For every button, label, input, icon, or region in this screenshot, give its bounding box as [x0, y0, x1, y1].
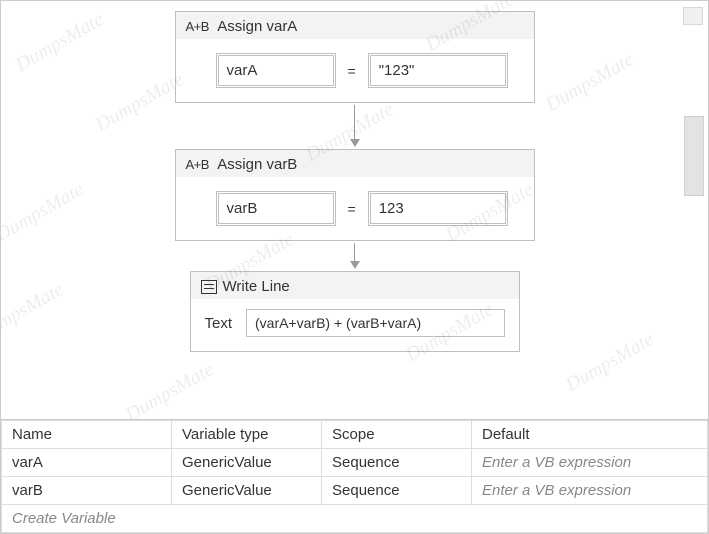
scroll-thumb[interactable]: [684, 116, 704, 196]
create-variable-row[interactable]: Create Variable: [2, 505, 708, 533]
assign-icon: A+B: [186, 19, 209, 34]
cell-type[interactable]: GenericValue: [172, 449, 322, 477]
cell-scope[interactable]: Sequence: [322, 449, 472, 477]
write-line-activity[interactable]: Write Line Text (varA+varB) + (varB+varA…: [190, 271, 520, 352]
activity-header: A+B Assign varB: [176, 150, 534, 177]
table-row[interactable]: varB GenericValue Sequence Enter a VB ex…: [2, 477, 708, 505]
watermark: DumpsMate: [12, 8, 108, 77]
activity-header: A+B Assign varA: [176, 12, 534, 39]
activity-body: Text (varA+varB) + (varB+varA): [191, 299, 519, 351]
activity-header: Write Line: [191, 272, 519, 299]
variables-table: Name Variable type Scope Default varA Ge…: [1, 420, 708, 533]
vertical-scrollbar[interactable]: [683, 1, 708, 419]
text-expression-input[interactable]: (varA+varB) + (varB+varA): [246, 309, 504, 337]
window: DumpsMate DumpsMate DumpsMate DumpsMate …: [0, 0, 709, 534]
assign-to-input[interactable]: varA: [216, 53, 336, 88]
col-scope[interactable]: Scope: [322, 421, 472, 449]
write-line-icon: [201, 280, 217, 294]
assign-icon: A+B: [186, 157, 209, 172]
activity-title: Write Line: [223, 278, 290, 295]
scroll-up-button[interactable]: [683, 7, 703, 25]
activity-body: varA = "123": [176, 39, 534, 102]
activity-title: Assign varA: [217, 18, 297, 35]
cell-name[interactable]: varB: [2, 477, 172, 505]
cell-default[interactable]: Enter a VB expression: [472, 477, 708, 505]
assign-value-input[interactable]: "123": [368, 53, 508, 88]
table-row[interactable]: varA GenericValue Sequence Enter a VB ex…: [2, 449, 708, 477]
assign-activity-varb[interactable]: A+B Assign varB varB = 123: [175, 149, 535, 241]
table-header-row: Name Variable type Scope Default: [2, 421, 708, 449]
variables-panel: Name Variable type Scope Default varA Ge…: [1, 419, 708, 533]
activity-body: varB = 123: [176, 177, 534, 240]
col-default[interactable]: Default: [472, 421, 708, 449]
equals-label: =: [346, 201, 358, 217]
flow-connector: [350, 105, 360, 147]
equals-label: =: [346, 63, 358, 79]
cell-type[interactable]: GenericValue: [172, 477, 322, 505]
watermark: DumpsMate: [1, 178, 88, 247]
cell-name[interactable]: varA: [2, 449, 172, 477]
workflow-designer[interactable]: DumpsMate DumpsMate DumpsMate DumpsMate …: [1, 1, 708, 419]
flow-connector: [350, 243, 360, 269]
activity-title: Assign varB: [217, 156, 297, 173]
assign-to-input[interactable]: varB: [216, 191, 336, 226]
workflow-canvas: A+B Assign varA varA = "123" A+B Assign …: [105, 1, 605, 419]
cell-scope[interactable]: Sequence: [322, 477, 472, 505]
assign-activity-vara[interactable]: A+B Assign varA varA = "123": [175, 11, 535, 103]
assign-value-input[interactable]: 123: [368, 191, 508, 226]
create-variable-label[interactable]: Create Variable: [2, 505, 708, 533]
watermark: DumpsMate: [1, 278, 68, 347]
col-name[interactable]: Name: [2, 421, 172, 449]
col-type[interactable]: Variable type: [172, 421, 322, 449]
cell-default[interactable]: Enter a VB expression: [472, 449, 708, 477]
text-label: Text: [205, 315, 237, 332]
